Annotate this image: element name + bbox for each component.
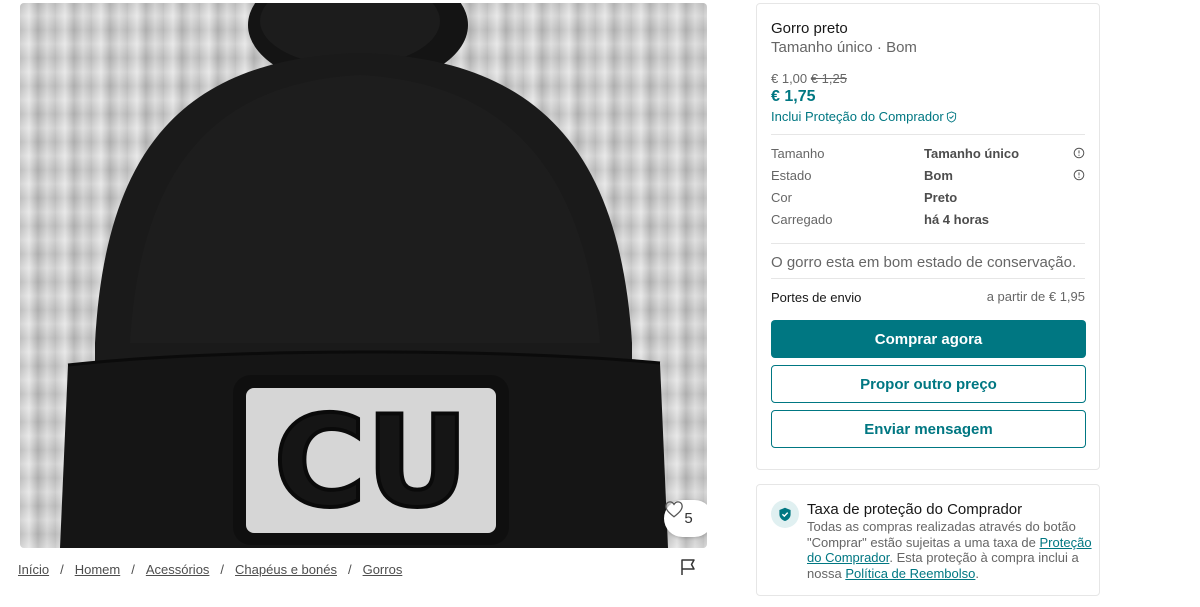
details-value: Bom <box>924 168 953 183</box>
details-label: Carregado <box>771 212 833 227</box>
patch-text: CU <box>274 388 469 535</box>
heart-icon <box>665 501 683 518</box>
details-row-condition: Estado Bom <box>771 168 1087 190</box>
price-original: € 1,25 <box>810 71 847 86</box>
item-title: Gorro preto <box>771 20 848 37</box>
breadcrumb-separator: / <box>131 561 135 577</box>
favorite-button[interactable]: 5 <box>664 500 707 537</box>
item-description: O gorro esta em bom estado de conservaçã… <box>771 254 1077 271</box>
breadcrumb: Início / Homem / Acessórios / Chapéus e … <box>18 560 402 578</box>
item-photo[interactable]: CU 5 <box>20 3 707 548</box>
breadcrumb-link-inicio[interactable]: Início <box>18 562 49 577</box>
divider <box>771 243 1085 244</box>
send-message-button[interactable]: Enviar mensagem <box>771 410 1086 448</box>
shipping-price: a partir de € 1,95 <box>986 289 1085 304</box>
item-summary-card: Gorro preto Tamanho único · Bom € 1,00 €… <box>756 3 1100 470</box>
make-offer-button[interactable]: Propor outro preço <box>771 365 1086 403</box>
breadcrumb-link-gorros[interactable]: Gorros <box>363 562 403 577</box>
details-value: Preto <box>924 190 958 205</box>
item-price: € 1,00 € 1,25 <box>771 71 847 86</box>
breadcrumb-link-acessorios[interactable]: Acessórios <box>146 562 210 577</box>
fee-title: Taxa de proteção do Comprador <box>807 501 1023 518</box>
shield-check-icon <box>779 507 791 521</box>
breadcrumb-separator: / <box>220 561 225 577</box>
fee-text-part: Todas as compras realizadas através do b… <box>807 519 1076 550</box>
details-label: Estado <box>771 168 812 183</box>
divider <box>771 278 1085 279</box>
info-icon[interactable] <box>1073 147 1085 159</box>
breadcrumb-separator: / <box>347 561 352 577</box>
fee-description: Todas as compras realizadas através do b… <box>807 519 1095 581</box>
buyer-protection-fee-card: Taxa de proteção do Comprador Todas as c… <box>756 484 1100 596</box>
shield-badge <box>771 500 799 528</box>
price-current: € 1,00 <box>771 71 808 86</box>
shipping-label: Portes de envio <box>771 290 862 305</box>
buyer-protection-link[interactable]: Inclui Proteção do Comprador <box>771 109 957 124</box>
info-icon[interactable] <box>1073 169 1085 181</box>
details-value: Tamanho único <box>924 146 1020 161</box>
item-details-table: Tamanho Tamanho único Estado Bom Cor Pre… <box>771 146 1087 234</box>
refund-policy-link[interactable]: Política de Reembolso <box>845 566 975 581</box>
details-label: Tamanho <box>771 146 825 161</box>
breadcrumb-link-chapeus[interactable]: Chapéus e bonés <box>235 562 337 577</box>
buy-now-button[interactable]: Comprar agora <box>771 320 1086 358</box>
flag-icon[interactable] <box>679 558 697 576</box>
breadcrumb-link-homem[interactable]: Homem <box>75 562 121 577</box>
details-label: Cor <box>771 190 792 205</box>
details-row-size: Tamanho Tamanho único <box>771 146 1087 168</box>
fee-text-part: . <box>975 565 980 581</box>
item-subtitle: Tamanho único · Bom <box>771 39 917 56</box>
details-value: há 4 horas <box>924 212 990 227</box>
favorite-count: 5 <box>684 510 693 527</box>
price-with-protection: € 1,75 <box>771 88 816 105</box>
details-row-color: Cor Preto <box>771 190 1087 212</box>
beanie-illustration: CU <box>60 3 668 548</box>
breadcrumb-separator: / <box>60 561 64 577</box>
divider <box>771 134 1085 135</box>
buyer-protection-label: Inclui Proteção do Comprador <box>771 109 944 124</box>
shield-check-icon <box>946 111 956 123</box>
details-row-uploaded: Carregado há 4 horas <box>771 212 1087 234</box>
